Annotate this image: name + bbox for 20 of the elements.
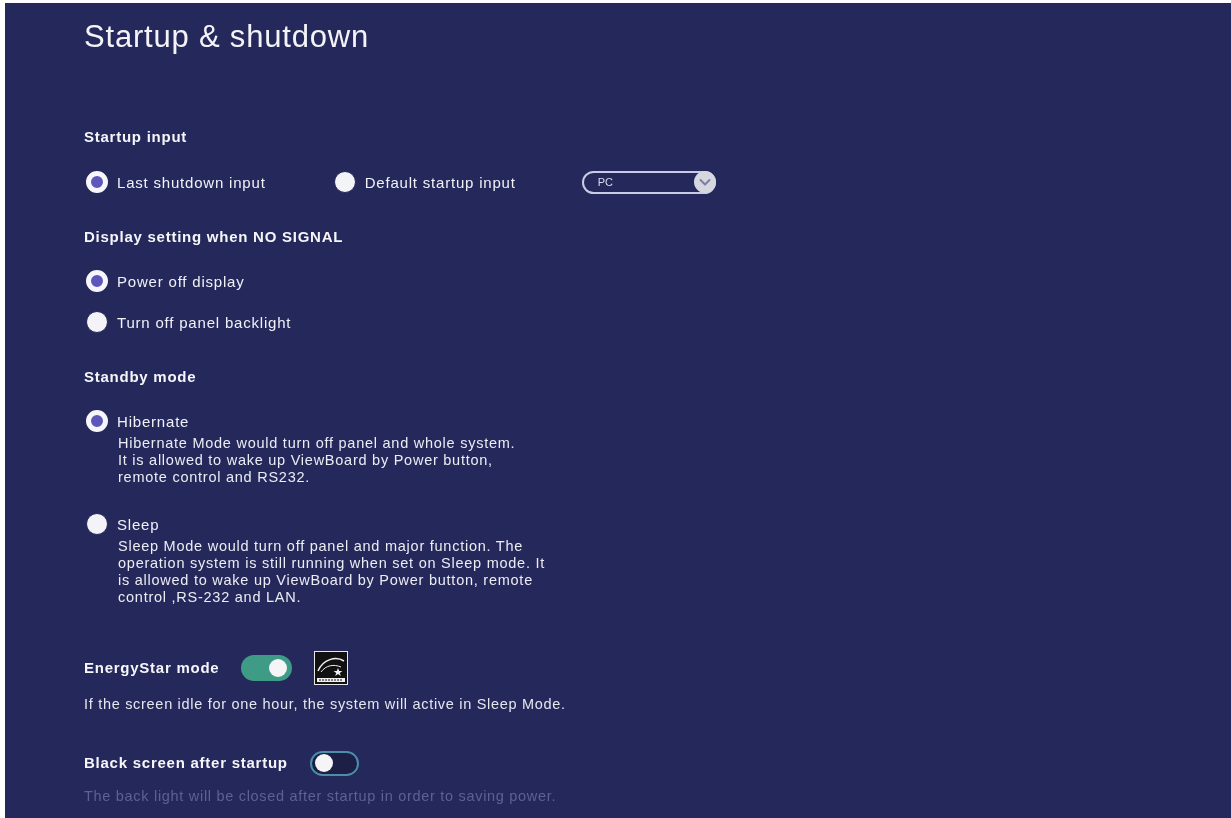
input-dropdown[interactable]: PC	[581, 170, 716, 194]
toggle-switch[interactable]	[309, 750, 359, 776]
radio-option[interactable]: Turn off panel backlight	[86, 310, 292, 334]
section-heading: Standby mode	[84, 367, 197, 387]
setting-description: The back light will be closed after startup in order to saving power.	[84, 788, 557, 805]
radio-option[interactable]: Sleep	[86, 512, 160, 536]
setting-label: Black screen after startup	[84, 753, 288, 773]
section-heading: Display setting when NO SIGNAL	[84, 227, 344, 247]
radio-option[interactable]: Hibernate	[86, 409, 190, 433]
section-heading: Startup input	[84, 127, 188, 147]
setting-description: If the screen idle for one hour, the system will active in Sleep Mode.	[84, 696, 566, 713]
option-description: Hibernate Mode would turn off panel and whole system. It is allowed to wake up ViewBoard by Power button, remote control and RS232.	[118, 435, 516, 486]
chevron-down-icon	[693, 171, 716, 193]
page-title: Startup & shutdown	[84, 19, 369, 55]
radio-option[interactable]: Last shutdown input	[86, 170, 266, 194]
radio-option[interactable]: Power off display	[86, 269, 245, 293]
toggle-switch[interactable]	[241, 655, 293, 681]
option-description: Sleep Mode would turn off panel and major function. The operation system is still running when set on Sleep mode. It is allowed to wake up ViewBoard by Power button, remote control ,RS-232 and LAN.	[118, 538, 546, 606]
setting-label: EnergyStar mode	[84, 658, 220, 678]
radio-option[interactable]: Default startup input	[333, 170, 516, 194]
